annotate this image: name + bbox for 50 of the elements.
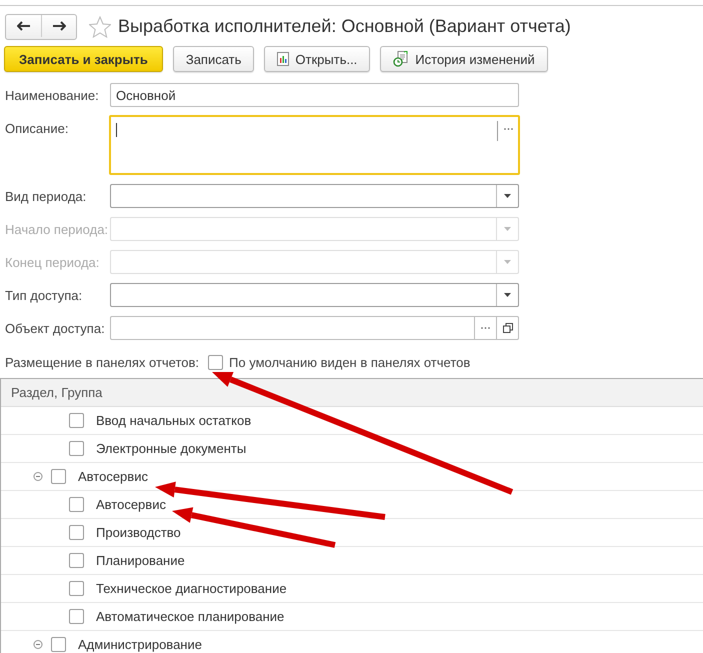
field-label: Тип доступа: [5,287,84,303]
dropdown-arrow-icon [504,260,511,264]
checkbox[interactable] [208,355,224,370]
field-label: Описание: [5,120,70,136]
field-label: Начало периода: [5,221,110,237]
field-label: Вид периода: [5,188,88,204]
field-label: Объект доступа: [5,320,106,336]
checkbox[interactable] [69,497,84,512]
tree-row[interactable]: Электронные документы [1,435,703,463]
history-icon [393,51,410,67]
collapse-icon[interactable] [33,472,43,481]
checkbox[interactable] [69,525,84,540]
checkbox[interactable] [69,441,84,456]
tree-row[interactable]: Техническое диагностирование [1,575,703,603]
checkbox[interactable] [69,413,84,428]
dropdown-field[interactable] [110,283,519,307]
collapse-icon[interactable] [33,640,43,649]
toolbar-button[interactable]: Открыть... [264,46,370,72]
window-title: Выработка исполнителей: Основной (Вариант отчета) [118,16,571,37]
tree-row[interactable]: Планирование [1,547,703,575]
dropdown-arrow-icon [504,194,511,198]
checkbox[interactable] [69,553,84,568]
column-header[interactable]: Раздел, Группа [1,385,102,400]
toolbar-button[interactable]: Записать [172,46,254,72]
checkbox-label[interactable]: По умолчанию виден в панелях отчетов [229,355,470,370]
dropdown-field[interactable] [110,184,519,208]
left-arrow-icon [16,20,30,30]
tree-row[interactable]: Администрирование [1,631,703,653]
text-field[interactable]: Основной [110,83,519,107]
field-label: Конец периода: [5,254,100,270]
field-label: Наименование: [5,87,100,103]
checkbox[interactable] [69,581,84,596]
tree-row[interactable]: Ввод начальных остатков [1,407,703,435]
checkbox[interactable] [69,609,84,624]
checkbox[interactable] [51,469,66,484]
choice-field[interactable] [110,316,519,340]
tree-row[interactable]: Производство [1,519,703,547]
toolbar-button[interactable]: История изменений [380,46,548,72]
right-arrow-icon [52,20,66,30]
dropdown-arrow-icon [504,227,511,231]
toolbar-button[interactable]: Записать и закрыть [4,46,163,72]
field-label: Размещение в панелях отчетов: [5,355,200,370]
tree-row[interactable]: Автоматическое планирование [1,603,703,631]
report-icon [277,52,290,66]
text-cursor [116,123,117,137]
checkbox[interactable] [51,637,66,652]
dropdown-arrow-icon [504,293,511,297]
star-icon[interactable] [89,16,111,38]
text-area[interactable] [109,115,520,175]
open-window-icon [502,323,512,333]
